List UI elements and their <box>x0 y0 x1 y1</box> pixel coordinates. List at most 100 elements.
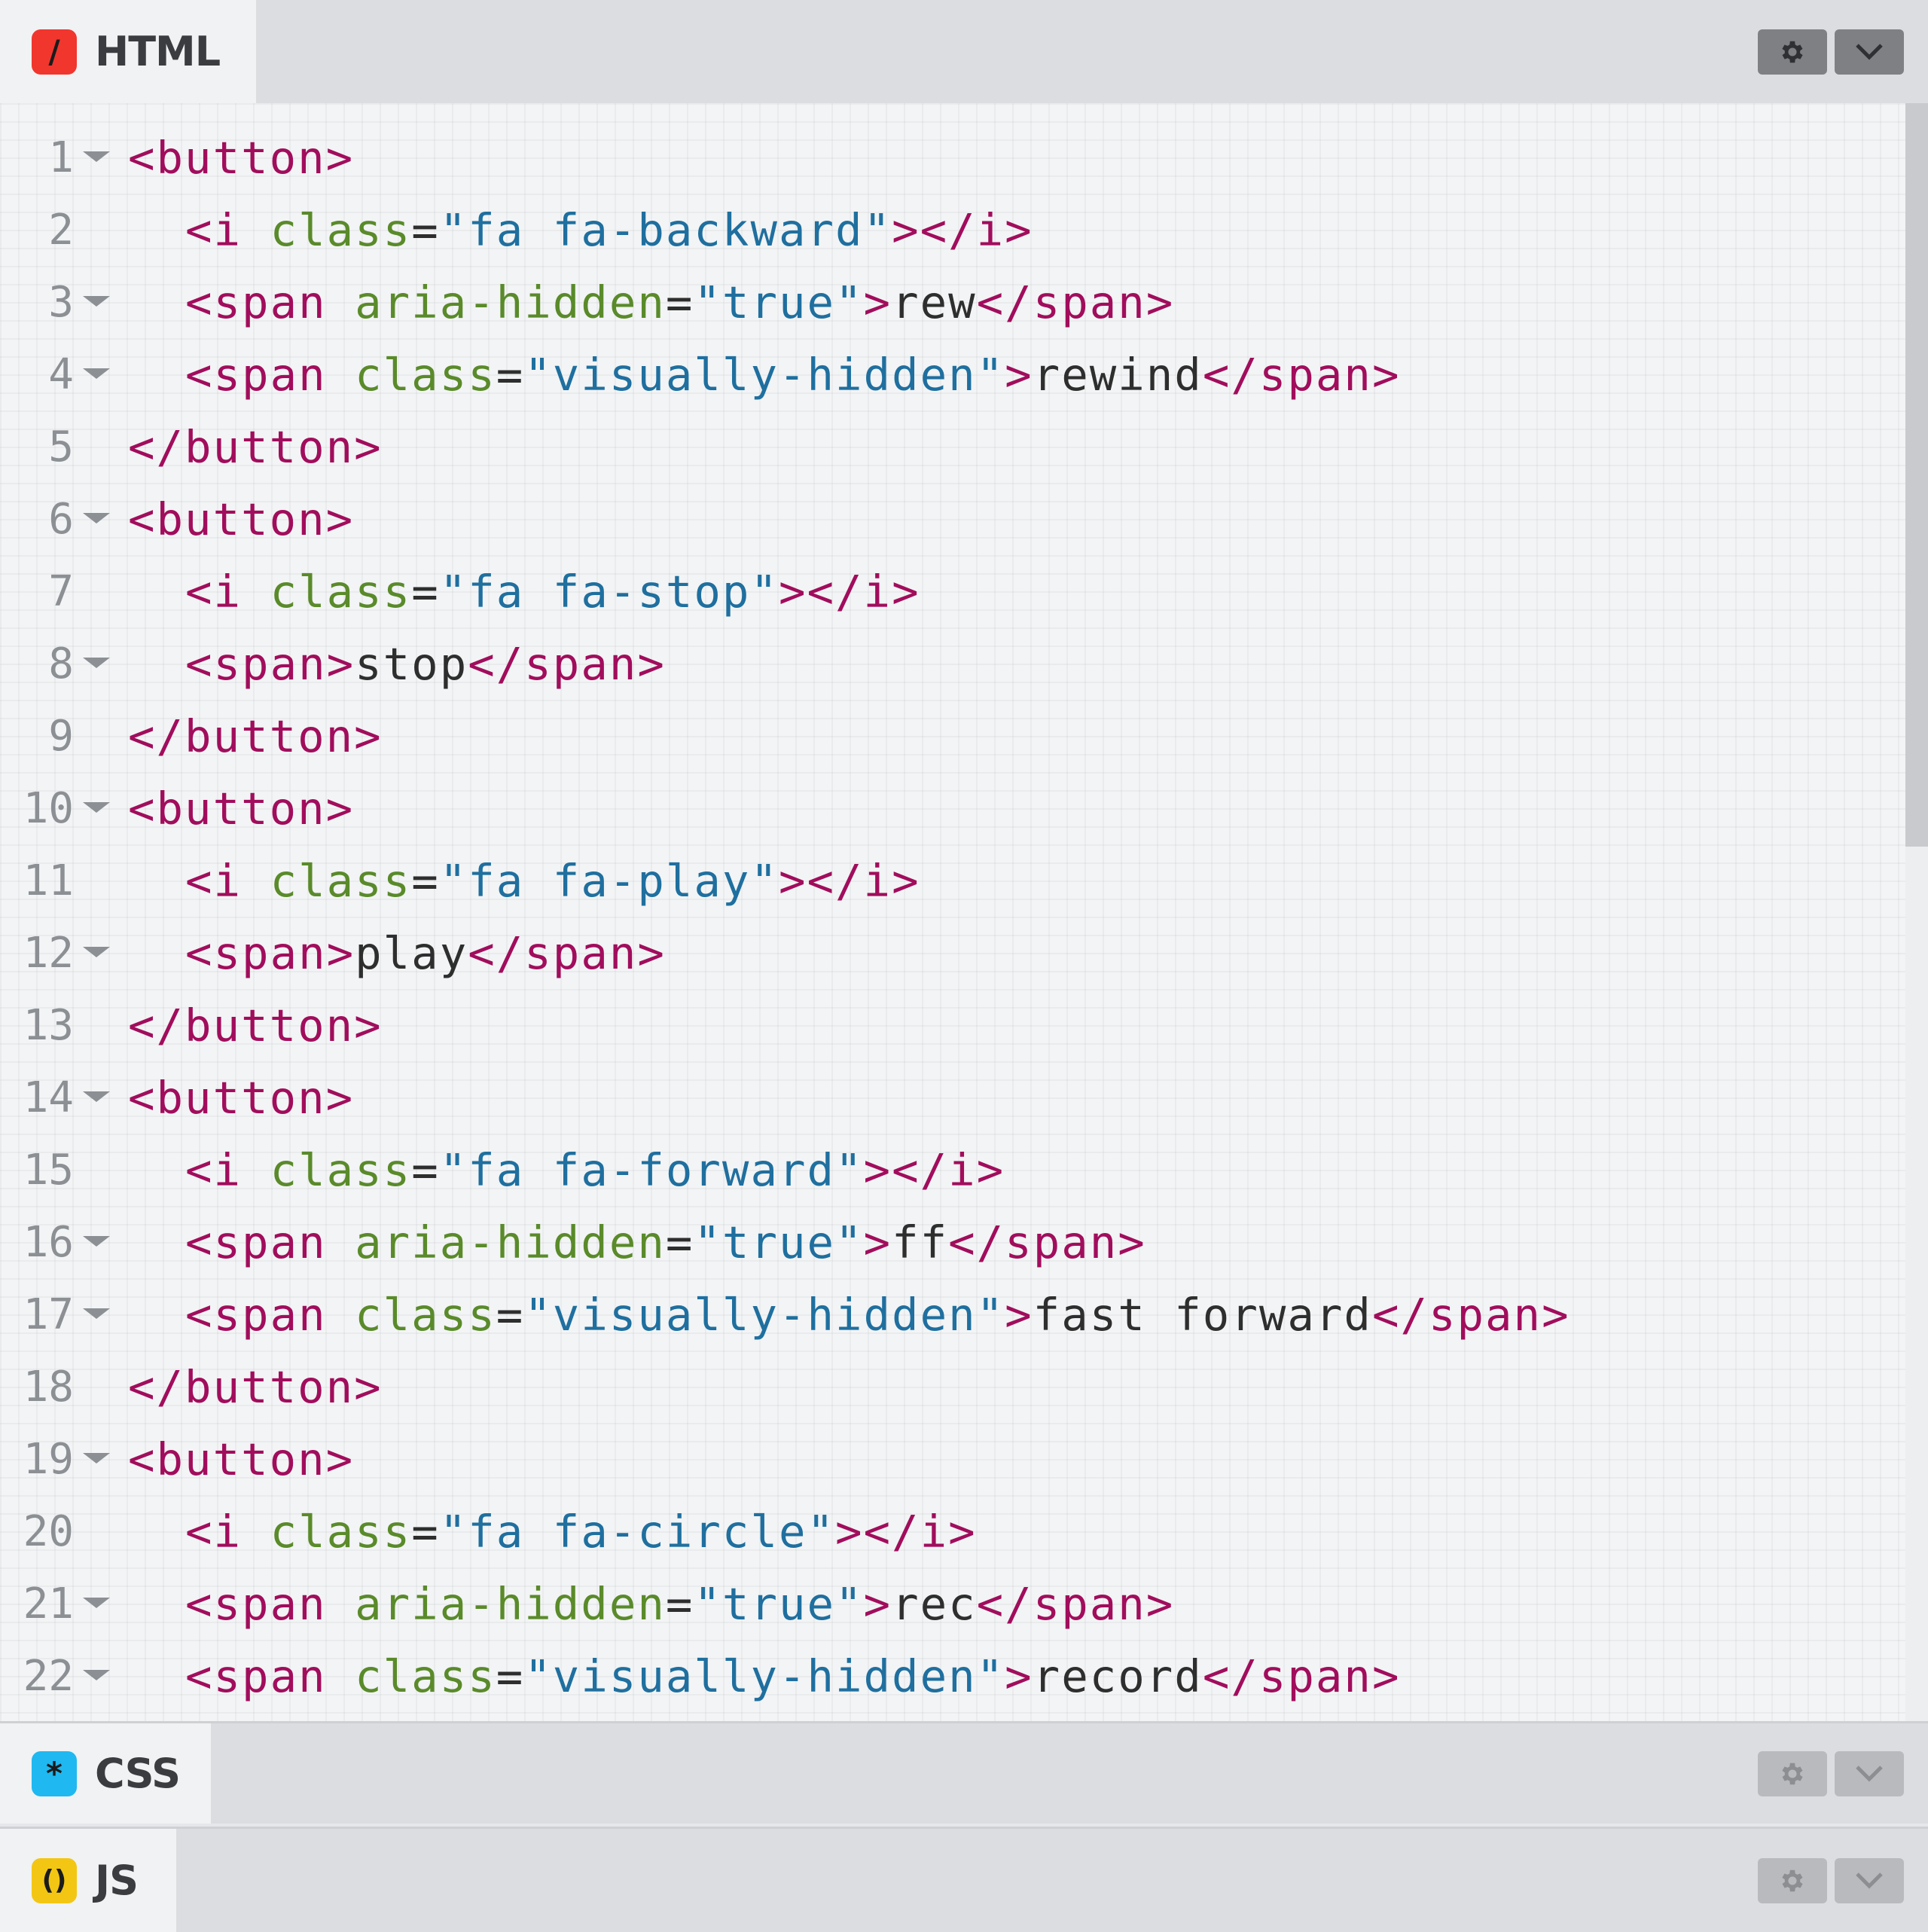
code-text: </button> <box>128 710 383 762</box>
line-number: 18 <box>23 1362 74 1412</box>
code-token-text: ff <box>892 1216 949 1268</box>
code-token-attr: class <box>270 854 412 907</box>
asterisk-icon: * <box>32 1750 77 1796</box>
code-line[interactable]: 2 <i class="fa fa-backward"></i> <box>0 194 1898 266</box>
js-tab[interactable]: () JS <box>0 1829 176 1932</box>
fold-caret-icon[interactable] <box>83 1670 110 1680</box>
line-number: 10 <box>23 783 74 833</box>
chevron-down-icon <box>1856 1872 1883 1889</box>
code-text: <span>play</span> <box>185 927 666 979</box>
fold-caret-icon[interactable] <box>83 1236 110 1247</box>
code-token-text: fast forward <box>1033 1288 1372 1341</box>
code-token-eq: = <box>496 348 525 401</box>
fold-caret-icon[interactable] <box>83 1453 110 1463</box>
code-line[interactable]: 5 </button> <box>0 411 1898 483</box>
code-line[interactable]: 1 <button> <box>0 121 1898 194</box>
code-line[interactable]: 16 <span aria-hidden="true">ff</span> <box>0 1206 1898 1278</box>
code-line[interactable]: 15 <i class="fa fa-forward"></i> <box>0 1134 1898 1206</box>
code-token-tag: </span> <box>976 1577 1175 1630</box>
code-text: <span aria-hidden="true">ff</span> <box>185 1216 1146 1268</box>
code-line[interactable]: 18 </button> <box>0 1351 1898 1423</box>
fold-caret-icon[interactable] <box>83 1091 110 1102</box>
code-token-text: rewind <box>1033 348 1203 401</box>
code-line[interactable]: 12 <span>play</span> <box>0 917 1898 989</box>
line-number: 19 <box>23 1434 74 1484</box>
js-settings-button[interactable] <box>1758 1857 1827 1903</box>
code-token-tag: > <box>863 276 892 328</box>
code-line[interactable]: 17 <span class="visually-hidden">fast for… <box>0 1278 1898 1351</box>
code-token-eq: = <box>411 854 440 907</box>
code-line[interactable]: 13 </button> <box>0 989 1898 1061</box>
code-line[interactable]: 7 <i class="fa fa-stop"></i> <box>0 555 1898 627</box>
code-line[interactable]: 10 <button> <box>0 772 1898 844</box>
code-token-attr: aria-hidden <box>355 1577 666 1630</box>
code-text: <i class="fa fa-stop"></i> <box>185 566 920 618</box>
code-token-str: "fa fa-backward" <box>439 203 892 256</box>
fold-caret-icon[interactable] <box>83 296 110 307</box>
code-line[interactable]: 14 <button> <box>0 1061 1898 1134</box>
fold-caret-icon[interactable] <box>83 368 110 379</box>
code-line[interactable]: 8 <span>stop</span> <box>0 627 1898 700</box>
code-token-str: "true" <box>694 1577 864 1630</box>
code-text: <i class="fa fa-backward"></i> <box>185 204 1033 256</box>
code-token-tag: <span> <box>185 926 355 979</box>
html-settings-button[interactable] <box>1758 29 1827 75</box>
code-line[interactable]: 4 <span class="visually-hidden">rewind</s… <box>0 338 1898 411</box>
code-token-tag: </span> <box>1202 348 1401 401</box>
fold-caret-icon[interactable] <box>83 802 110 813</box>
code-line[interactable]: 9 </button> <box>0 700 1898 772</box>
code-token-str: "true" <box>694 1216 864 1268</box>
css-panel-header: * CSS <box>0 1721 1928 1824</box>
css-collapse-button[interactable] <box>1835 1750 1904 1796</box>
editor-scrollbar-thumb[interactable] <box>1905 103 1928 847</box>
code-token-attr: aria-hidden <box>355 1216 666 1268</box>
code-token-eq: = <box>665 1577 694 1630</box>
fold-caret-icon[interactable] <box>83 1308 110 1319</box>
js-tab-label: JS <box>95 1857 139 1904</box>
code-line[interactable]: 3 <span aria-hidden="true">rew</span> <box>0 266 1898 338</box>
code-token-text: rec <box>892 1577 977 1630</box>
code-token-str: "visually-hidden" <box>524 348 1005 401</box>
code-line[interactable]: 23</button> <box>0 1712 1898 1721</box>
html-collapse-button[interactable] <box>1835 29 1904 75</box>
css-settings-button[interactable] <box>1758 1750 1827 1796</box>
code-token-str: "fa fa-forward" <box>439 1143 864 1196</box>
css-tab-label: CSS <box>95 1750 181 1797</box>
fold-caret-icon[interactable] <box>83 151 110 162</box>
code-token-tag: <button> <box>128 493 355 545</box>
code-token-tag: </span> <box>1202 1650 1401 1702</box>
fold-caret-icon[interactable] <box>83 1598 110 1608</box>
fold-caret-icon[interactable] <box>83 513 110 523</box>
html-code-editor[interactable]: 1 <button> 2 <i class="fa fa-backward"></i>… <box>0 103 1928 1721</box>
line-number: 6 <box>48 494 74 544</box>
code-token-attr: class <box>270 565 412 618</box>
code-line[interactable]: 22 <span class="visually-hidden">record</… <box>0 1640 1898 1712</box>
line-number: 17 <box>23 1290 74 1339</box>
code-line[interactable]: 11 <i class="fa fa-play"></i> <box>0 844 1898 917</box>
code-text: <span class="visually-hidden">fast forwa… <box>185 1289 1570 1341</box>
code-token-tag: <span <box>185 1288 355 1341</box>
line-number: 11 <box>23 856 74 905</box>
js-collapse-button[interactable] <box>1835 1857 1904 1903</box>
code-token-tag: > <box>863 1577 892 1630</box>
code-line[interactable]: 6 <button> <box>0 483 1898 555</box>
fold-caret-icon[interactable] <box>83 947 110 957</box>
code-token-tag: <button> <box>128 131 355 184</box>
code-line[interactable]: 19 <button> <box>0 1423 1898 1495</box>
code-token-attr: aria-hidden <box>355 276 666 328</box>
css-tab[interactable]: * CSS <box>0 1723 211 1824</box>
line-number: 1 <box>48 133 74 182</box>
code-text: </button> <box>128 1000 383 1051</box>
code-line[interactable]: 20 <i class="fa fa-circle"></i> <box>0 1495 1898 1567</box>
code-text: <button> <box>128 1072 354 1124</box>
code-line[interactable]: 21 <span aria-hidden="true">rec</span> <box>0 1567 1898 1640</box>
code-token-tag: ></i> <box>778 565 920 618</box>
code-text: </button> <box>128 421 383 473</box>
code-token-tag: </span> <box>948 1216 1146 1268</box>
fold-caret-icon[interactable] <box>83 658 110 668</box>
code-token-eq: = <box>411 1505 440 1558</box>
html-tab[interactable]: / HTML <box>0 0 256 103</box>
code-token-tag: > <box>863 1216 892 1268</box>
code-token-str: "visually-hidden" <box>524 1650 1005 1702</box>
code-token-eq: = <box>665 1216 694 1268</box>
